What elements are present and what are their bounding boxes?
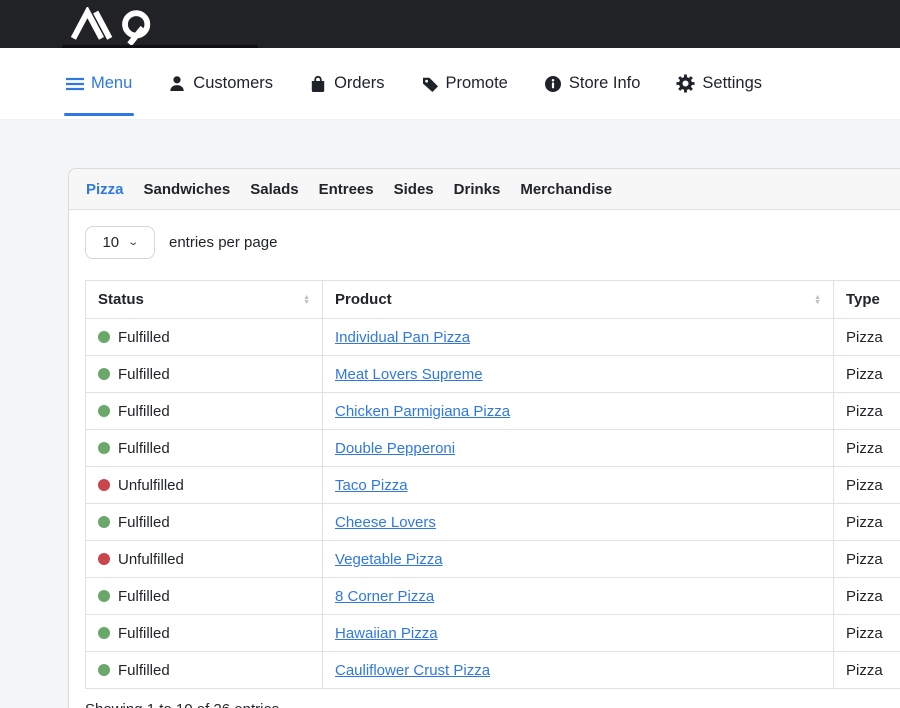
status-dot bbox=[98, 516, 110, 528]
nav-item-label: Settings bbox=[702, 74, 762, 93]
type-value: Pizza bbox=[846, 662, 883, 679]
status-dot bbox=[98, 664, 110, 676]
person-icon bbox=[168, 75, 186, 93]
type-value: Pizza bbox=[846, 329, 883, 346]
product-link[interactable]: 8 Corner Pizza bbox=[335, 588, 434, 605]
brand-logo-aiq[interactable] bbox=[62, 7, 174, 45]
status-dot bbox=[98, 479, 110, 491]
table-row: Fulfilled Meat Lovers Supreme Pizza bbox=[86, 356, 900, 393]
status-dot bbox=[98, 590, 110, 602]
nav-item-label: Orders bbox=[334, 74, 384, 93]
tab-pizza[interactable]: Pizza bbox=[86, 181, 124, 198]
type-value: Pizza bbox=[846, 551, 883, 568]
main-navigation: Menu Customers Orders Promote Store Info bbox=[0, 48, 900, 120]
status-label: Fulfilled bbox=[118, 625, 170, 642]
status-dot bbox=[98, 331, 110, 343]
nav-item-settings[interactable]: Settings bbox=[676, 48, 762, 119]
entries-per-page-select[interactable]: 10 ⌄ bbox=[85, 226, 155, 259]
product-link[interactable]: Cauliflower Crust Pizza bbox=[335, 662, 490, 679]
status-label: Unfulfilled bbox=[118, 477, 184, 494]
type-value: Pizza bbox=[846, 477, 883, 494]
table-row: Fulfilled Double Pepperoni Pizza bbox=[86, 430, 900, 467]
status-dot bbox=[98, 368, 110, 380]
category-tab-bar: Pizza Sandwiches Salads Entrees Sides Dr… bbox=[69, 169, 900, 210]
entries-per-page-label: entries per page bbox=[169, 234, 277, 251]
tab-merchandise[interactable]: Merchandise bbox=[520, 181, 612, 198]
column-header-label: Type bbox=[846, 291, 880, 308]
status-label: Fulfilled bbox=[118, 366, 170, 383]
product-link[interactable]: Vegetable Pizza bbox=[335, 551, 443, 568]
status-label: Fulfilled bbox=[118, 662, 170, 679]
product-link[interactable]: Chicken Parmigiana Pizza bbox=[335, 403, 510, 420]
table-row: Unfulfilled Vegetable Pizza Pizza bbox=[86, 541, 900, 578]
card-body: 10 ⌄ entries per page Status ▲▼ bbox=[69, 210, 900, 708]
table-row: Fulfilled Hawaiian Pizza Pizza bbox=[86, 615, 900, 652]
gear-icon bbox=[676, 74, 695, 93]
hamburger-icon bbox=[66, 77, 84, 91]
status-label: Unfulfilled bbox=[118, 551, 184, 568]
table-row: Fulfilled Cheese Lovers Pizza bbox=[86, 504, 900, 541]
status-dot bbox=[98, 553, 110, 565]
products-table: Status ▲▼ Product ▲▼ Typ bbox=[85, 280, 900, 689]
product-link[interactable]: Taco Pizza bbox=[335, 477, 408, 494]
nav-item-label: Customers bbox=[193, 74, 273, 93]
type-value: Pizza bbox=[846, 514, 883, 531]
product-link[interactable]: Individual Pan Pizza bbox=[335, 329, 470, 346]
table-row: Fulfilled Individual Pan Pizza Pizza bbox=[86, 319, 900, 356]
tab-entrees[interactable]: Entrees bbox=[319, 181, 374, 198]
nav-item-store-info[interactable]: Store Info bbox=[544, 48, 641, 119]
column-header-product[interactable]: Product ▲▼ bbox=[323, 281, 834, 319]
status-label: Fulfilled bbox=[118, 588, 170, 605]
tab-sandwiches[interactable]: Sandwiches bbox=[144, 181, 231, 198]
products-table-wrapper: Status ▲▼ Product ▲▼ Typ bbox=[85, 280, 900, 689]
tab-salads[interactable]: Salads bbox=[250, 181, 298, 198]
table-row: Fulfilled Chicken Parmigiana Pizza Pizza bbox=[86, 393, 900, 430]
nav-item-label: Menu bbox=[91, 74, 132, 93]
tab-sides[interactable]: Sides bbox=[394, 181, 434, 198]
table-row: Fulfilled 8 Corner Pizza Pizza bbox=[86, 578, 900, 615]
type-value: Pizza bbox=[846, 440, 883, 457]
sort-icon[interactable]: ▲▼ bbox=[303, 295, 310, 305]
top-app-bar bbox=[0, 0, 900, 48]
product-link[interactable]: Meat Lovers Supreme bbox=[335, 366, 483, 383]
entries-per-page-value: 10 bbox=[102, 234, 119, 251]
pagination-summary: Showing 1 to 10 of 26 entries bbox=[85, 701, 900, 708]
column-header-status[interactable]: Status ▲▼ bbox=[86, 281, 323, 319]
entries-per-page-row: 10 ⌄ entries per page bbox=[85, 226, 900, 259]
type-value: Pizza bbox=[846, 366, 883, 383]
table-header-row: Status ▲▼ Product ▲▼ Typ bbox=[86, 281, 900, 319]
status-label: Fulfilled bbox=[118, 329, 170, 346]
tag-icon bbox=[421, 75, 439, 93]
status-dot bbox=[98, 442, 110, 454]
table-row: Fulfilled Cauliflower Crust Pizza Pizza bbox=[86, 652, 900, 689]
tab-drinks[interactable]: Drinks bbox=[454, 181, 501, 198]
column-header-label: Product bbox=[335, 291, 392, 308]
menu-products-card: Pizza Sandwiches Salads Entrees Sides Dr… bbox=[68, 168, 900, 708]
info-icon bbox=[544, 75, 562, 93]
product-link[interactable]: Double Pepperoni bbox=[335, 440, 455, 457]
status-label: Fulfilled bbox=[118, 514, 170, 531]
column-header-label: Status bbox=[98, 291, 144, 308]
nav-item-orders[interactable]: Orders bbox=[309, 48, 384, 119]
column-header-type[interactable]: Type bbox=[834, 281, 900, 319]
status-label: Fulfilled bbox=[118, 440, 170, 457]
nav-item-label: Promote bbox=[446, 74, 508, 93]
status-label: Fulfilled bbox=[118, 403, 170, 420]
sort-icon[interactable]: ▲▼ bbox=[814, 295, 821, 305]
product-link[interactable]: Hawaiian Pizza bbox=[335, 625, 438, 642]
nav-item-promote[interactable]: Promote bbox=[421, 48, 508, 119]
status-dot bbox=[98, 405, 110, 417]
nav-item-label: Store Info bbox=[569, 74, 641, 93]
product-link[interactable]: Cheese Lovers bbox=[335, 514, 436, 531]
chevron-down-icon: ⌄ bbox=[127, 237, 139, 248]
nav-item-customers[interactable]: Customers bbox=[168, 48, 273, 119]
shopping-bag-icon bbox=[309, 75, 327, 93]
type-value: Pizza bbox=[846, 588, 883, 605]
type-value: Pizza bbox=[846, 625, 883, 642]
status-dot bbox=[98, 627, 110, 639]
type-value: Pizza bbox=[846, 403, 883, 420]
table-row: Unfulfilled Taco Pizza Pizza bbox=[86, 467, 900, 504]
nav-item-menu[interactable]: Menu bbox=[66, 48, 132, 119]
